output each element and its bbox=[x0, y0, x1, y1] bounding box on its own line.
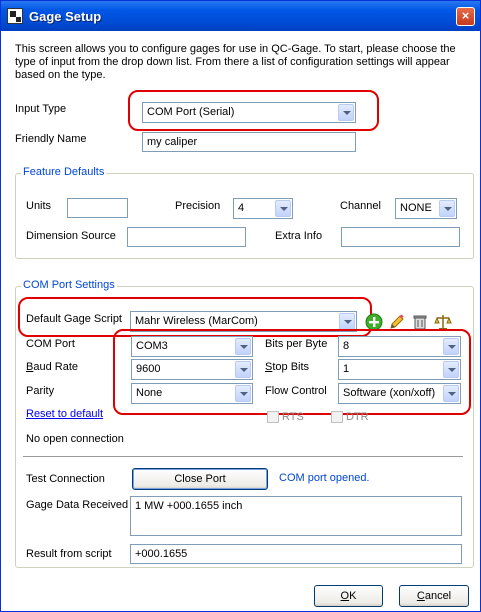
extra-info-label: Extra Info bbox=[275, 230, 323, 242]
gage-setup-window: Gage Setup × This screen allows you to c… bbox=[0, 0, 481, 612]
ok-label-rest: K bbox=[349, 590, 357, 602]
precision-value: 4 bbox=[238, 202, 245, 214]
close-port-button[interactable]: Close Port bbox=[132, 468, 268, 490]
result-from-script-label: Result from script bbox=[26, 548, 112, 560]
close-button[interactable]: × bbox=[456, 7, 475, 26]
feature-defaults-title: Feature Defaults bbox=[21, 166, 107, 178]
input-type-label: Input Type bbox=[15, 103, 67, 115]
dimension-source-input[interactable] bbox=[127, 227, 246, 247]
gage-data-received-value: 1 MW +000.1655 inch bbox=[135, 500, 243, 512]
title-bar[interactable]: Gage Setup × bbox=[1, 1, 480, 31]
com-port-label: COM Port bbox=[26, 338, 75, 350]
dtr-label: DTR bbox=[346, 411, 369, 423]
dimension-source-label: Dimension Source bbox=[26, 230, 116, 242]
precision-label: Precision bbox=[175, 200, 221, 212]
channel-label: Channel bbox=[340, 200, 381, 212]
chevron-down-icon[interactable] bbox=[439, 200, 455, 217]
intro-text: This screen allows you to configure gage… bbox=[15, 43, 456, 81]
divider bbox=[23, 456, 463, 457]
gage-data-received-field[interactable]: 1 MW +000.1655 inch bbox=[130, 496, 462, 536]
friendly-name-input[interactable]: my caliper bbox=[142, 132, 356, 152]
test-connection-label: Test Connection bbox=[26, 473, 105, 485]
parity-label: Parity bbox=[26, 385, 55, 397]
ok-button[interactable]: OK bbox=[314, 585, 383, 607]
units-label: Units bbox=[26, 200, 52, 212]
window-title: Gage Setup bbox=[29, 9, 102, 24]
channel-select[interactable]: NONE bbox=[395, 198, 457, 219]
extra-info-input[interactable] bbox=[341, 227, 460, 247]
annotation-highlight-com-params bbox=[113, 329, 471, 415]
rts-label: RTS bbox=[282, 411, 304, 423]
gage-data-received-label: Gage Data Received bbox=[26, 499, 129, 511]
annotation-highlight-input-type bbox=[128, 90, 379, 131]
com-port-settings-title: COM Port Settings bbox=[21, 279, 117, 291]
reset-to-default-link[interactable]: Reset to default bbox=[26, 408, 103, 420]
friendly-name-value: my caliper bbox=[147, 136, 198, 148]
app-icon bbox=[7, 8, 23, 24]
rts-checkbox[interactable] bbox=[267, 411, 279, 423]
units-input[interactable] bbox=[67, 198, 128, 218]
cancel-mnemonic: C bbox=[416, 590, 425, 602]
result-from-script-field[interactable]: +000.1655 bbox=[130, 544, 462, 564]
connection-status: No open connection bbox=[26, 433, 124, 445]
cancel-button[interactable]: Cancel bbox=[399, 585, 469, 607]
friendly-name-label: Friendly Name bbox=[15, 133, 87, 145]
ok-mnemonic: O bbox=[340, 590, 350, 602]
baud-rate-label: Baud Rate bbox=[26, 361, 78, 373]
dtr-checkbox[interactable] bbox=[331, 411, 343, 423]
baud-rate-label-rest: aud Rate bbox=[33, 361, 78, 373]
result-from-script-value: +000.1655 bbox=[135, 548, 188, 560]
cancel-label-rest: ancel bbox=[424, 590, 452, 602]
port-status: COM port opened. bbox=[279, 472, 370, 484]
chevron-down-icon[interactable] bbox=[275, 200, 291, 217]
channel-value: NONE bbox=[400, 202, 432, 214]
precision-select[interactable]: 4 bbox=[233, 198, 293, 219]
